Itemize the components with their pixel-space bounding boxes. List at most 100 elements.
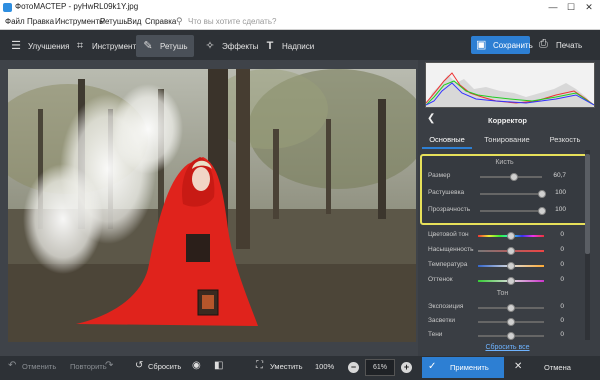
eye-icon[interactable]: ◉ (192, 360, 201, 371)
slider-value: 0 (560, 261, 564, 268)
slider-label: Температура (428, 261, 468, 268)
check-icon: ✓ (428, 361, 437, 372)
tab-effects-label: Эффекты (222, 42, 259, 51)
slider-label: Размер (428, 172, 451, 179)
sliders-icon: ☰ (11, 40, 21, 52)
slider-label: Цветовой тон (428, 231, 469, 238)
slider-value: 0 (560, 276, 564, 283)
zoom-out-button[interactable]: − (348, 362, 359, 373)
slider-knob[interactable] (507, 304, 515, 312)
slider-value: 100 (555, 206, 566, 213)
zoom-in-button[interactable]: + (401, 362, 412, 373)
slider-knob[interactable] (510, 173, 519, 181)
tab-tools[interactable]: ⌗ Инструменты (68, 35, 142, 57)
slider-label: Экспозиция (428, 303, 464, 310)
fit-icon: ⛶ (256, 360, 263, 371)
tab-effects[interactable]: ✧ Эффекты (198, 35, 259, 57)
search-input[interactable]: ⚲ Что вы хотите сделать? (176, 16, 336, 27)
slider-label: Тени (428, 331, 443, 338)
slider-value: 100 (555, 189, 566, 196)
reset-button[interactable]: Сбросить (148, 362, 181, 371)
slider-value: 0 (560, 231, 564, 238)
tab-retouch[interactable]: ✎ Ретушь (136, 35, 194, 57)
reset-icon: ↺ (135, 360, 144, 371)
magic-wand-icon: ✧ (205, 40, 215, 52)
fit-button[interactable]: Уместить (270, 362, 302, 371)
menu-tools[interactable]: Инструменты (55, 17, 105, 26)
menu-file[interactable]: Файл (5, 17, 25, 26)
tab-toning[interactable]: Тонирование (478, 131, 536, 149)
zoom-100-button[interactable]: 100% (315, 362, 334, 371)
menu-edit[interactable]: Правка (27, 17, 54, 26)
tab-sharpness[interactable]: Резкость (540, 131, 590, 149)
tab-retouch-label: Ретушь (160, 42, 188, 51)
compare-icon[interactable]: ◧ (214, 360, 223, 371)
print-button[interactable]: ⎙ Печать (534, 36, 590, 54)
corrector-header: ❮ Корректор (420, 113, 595, 127)
slider-value: 60,7 (553, 172, 566, 179)
panel-scrollbar[interactable] (585, 150, 590, 340)
search-icon: ⚲ (176, 16, 183, 26)
save-icon: ▣ (476, 39, 487, 51)
search-placeholder: Что вы хотите сделать? (188, 17, 277, 26)
menu-bar: Файл Правка Инструменты Ретушь Вид Справ… (0, 15, 600, 30)
reset-all-link[interactable]: Сбросить все (480, 344, 535, 351)
slider-knob[interactable] (507, 262, 515, 270)
tab-basic[interactable]: Основные (422, 131, 472, 149)
slider-knob[interactable] (507, 247, 515, 255)
undo-icon: ↶ (8, 360, 17, 371)
slider-knob[interactable] (507, 277, 515, 285)
slider-value: 0 (560, 303, 564, 310)
redo-icon: ↷ (105, 360, 114, 371)
slider-knob[interactable] (507, 332, 515, 340)
slider-label: Засветки (428, 317, 456, 324)
close-button[interactable]: ✕ (582, 1, 596, 13)
histogram (425, 62, 595, 108)
bottom-bar: ↶ Отменить Повторить ↷ ↺ Сбросить ◉ ◧ ⛶ … (0, 356, 600, 380)
menu-retouch[interactable]: Ретушь (100, 17, 128, 26)
apply-button[interactable]: ✓ Применить (422, 357, 504, 378)
brush-icon: ✎ (143, 40, 153, 52)
slider-knob[interactable] (507, 232, 515, 240)
slider-label: Насыщенность (428, 246, 474, 253)
app-logo-icon (3, 3, 12, 12)
slider-track[interactable] (480, 210, 542, 212)
scrollbar-thumb[interactable] (585, 154, 590, 254)
slider-value: 0 (560, 246, 564, 253)
window-title: ФотоМАСТЕР - pyHwRL09k1Y.jpg (15, 2, 139, 11)
slider-knob[interactable] (507, 318, 515, 326)
save-button-label: Сохранить (493, 41, 533, 50)
forest-photo (8, 69, 416, 342)
undo-button[interactable]: Отменить (22, 362, 56, 371)
brush-section: Кисть Размер 60,7 Растушевка 100 Прозрачност… (420, 154, 589, 225)
tab-text-label: Надписи (282, 42, 315, 51)
print-button-label: Печать (556, 41, 583, 50)
redo-button[interactable]: Повторить (70, 362, 107, 371)
slider-value: 0 (560, 317, 564, 324)
slider-label: Прозрачность (428, 206, 471, 213)
slider-label: Оттенок (428, 276, 453, 283)
menu-help[interactable]: Справка (145, 17, 176, 26)
tab-text[interactable]: T Надписи (258, 35, 316, 57)
brush-section-title: Кисть (495, 159, 514, 166)
minimize-button[interactable]: — (546, 1, 560, 13)
tab-enhancements-label: Улучшения (28, 42, 70, 51)
cancel-button[interactable]: ✕ Отмена (510, 357, 590, 378)
cancel-button-label: Отмена (544, 363, 571, 372)
slider-label: Растушевка (428, 189, 465, 196)
photo-canvas[interactable] (8, 69, 416, 342)
zoom-level[interactable]: 61% (365, 359, 395, 376)
slider-track[interactable] (480, 193, 542, 195)
text-icon: T (266, 40, 274, 52)
crop-icon: ⌗ (76, 40, 84, 52)
save-button[interactable]: ▣ Сохранить (471, 36, 533, 54)
menu-view[interactable]: Вид (127, 17, 141, 26)
title-bar: ФотоМАСТЕР - pyHwRL09k1Y.jpg — ☐ ✕ (0, 0, 600, 15)
corrector-title: Корректор (488, 116, 527, 125)
tab-enhancements[interactable]: ☰ Улучшения (4, 35, 70, 57)
histogram-graph (425, 72, 595, 107)
close-icon: ✕ (514, 361, 523, 372)
maximize-button[interactable]: ☐ (564, 1, 578, 13)
apply-button-label: Применить (450, 363, 489, 372)
tab-tools-label: Инструменты (92, 42, 142, 51)
